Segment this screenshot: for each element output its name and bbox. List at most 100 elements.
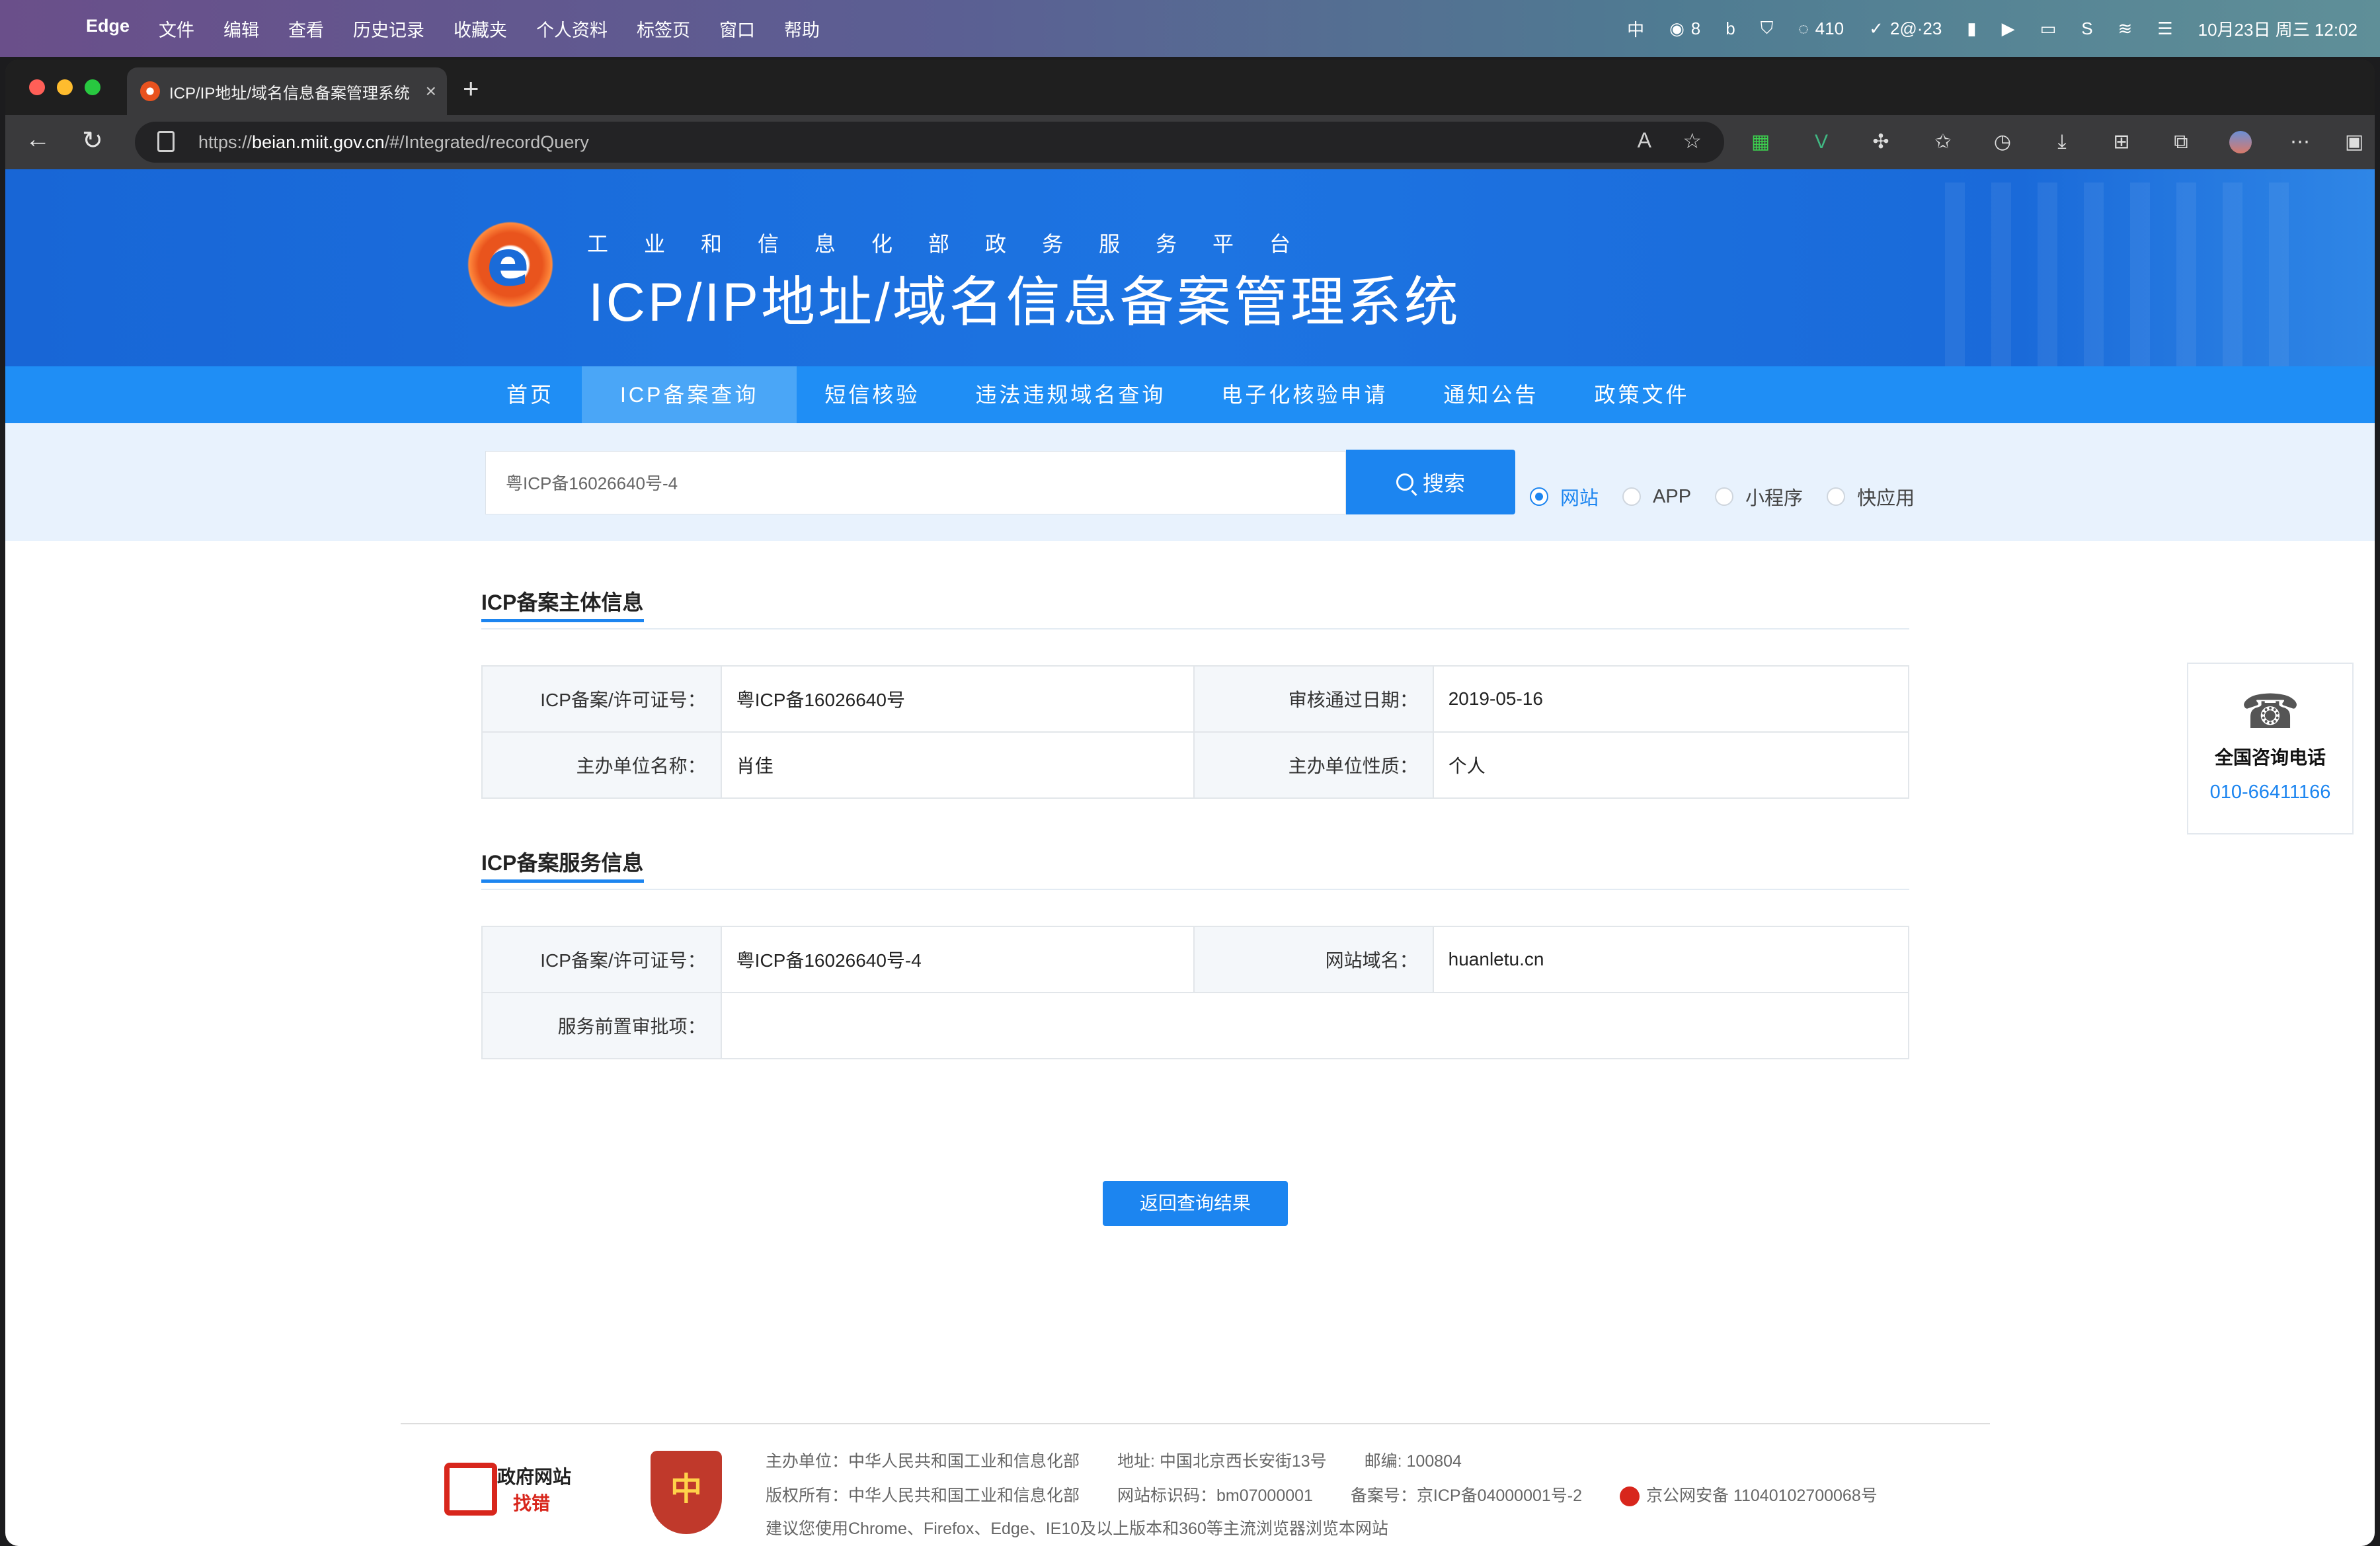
footer-police-record[interactable]: 京公网安备 11040102700068号 (1619, 1486, 1878, 1507)
bilibili-icon[interactable]: b (1726, 19, 1735, 39)
nav-icp-query[interactable]: ICP备案查询 (582, 366, 797, 423)
read-aloud-icon[interactable]: A (1638, 128, 1651, 153)
url-scheme: https:// (198, 132, 253, 152)
vue-devtools-icon[interactable]: V (1810, 131, 1833, 153)
party-organ-badge-icon[interactable] (651, 1451, 722, 1534)
menu-tabs[interactable]: 标签页 (622, 16, 705, 42)
menu-help[interactable]: 帮助 (770, 16, 834, 42)
favorites-icon[interactable]: ✩ (1932, 131, 1954, 153)
menu-app-name[interactable]: Edge (71, 16, 144, 42)
history-icon[interactable]: ◷ (1991, 131, 2014, 153)
close-window-button[interactable] (29, 79, 45, 95)
nav-notices[interactable]: 通知公告 (1415, 366, 1566, 423)
chat-count: 410 (1815, 18, 1844, 38)
more-menu-icon[interactable]: ⋯ (2289, 131, 2311, 153)
radio-quick-app-label: 快应用 (1857, 488, 1915, 509)
footer-sponsor: 主办单位：中华人民共和国工业和信息化部 (766, 1452, 1080, 1471)
menu-window[interactable]: 窗口 (705, 16, 770, 42)
extension-grid-icon[interactable]: ▦ (1749, 131, 1772, 153)
nav-sms-verify[interactable]: 短信核验 (797, 366, 947, 423)
menu-view[interactable]: 查看 (274, 16, 338, 42)
radio-app[interactable]: APP (1622, 483, 1691, 510)
table-row: 主办单位名称： 肖佳 主办单位性质： 个人 (481, 731, 1910, 799)
platform-subtitle: 工业和信息化部政务服务平台 (587, 232, 1327, 256)
wifi-icon[interactable]: ≋ (2118, 19, 2133, 39)
app-s-icon[interactable]: S (2081, 19, 2092, 39)
gov-badge-line2: 找错 (513, 1493, 551, 1514)
wechat-icon: ◉ (1669, 18, 1685, 38)
section-divider (481, 628, 1909, 630)
favorite-star-icon[interactable]: ☆ (1683, 128, 1702, 153)
service-section-title: ICP备案服务信息 (481, 846, 644, 883)
radio-app-label: APP (1653, 485, 1692, 507)
radio-website-label: 网站 (1560, 488, 1599, 509)
new-tab-icon[interactable]: + (463, 73, 479, 104)
wechat-count: 8 (1690, 18, 1701, 38)
macos-menubar: Edge 文件 编辑 查看 历史记录 收藏夹 个人资料 标签页 窗口 帮助 中 … (0, 0, 2380, 57)
play-icon[interactable]: ▶ (2002, 19, 2015, 39)
radio-mini-program[interactable]: 小程序 (1715, 483, 1803, 510)
gov-site-error-report-badge[interactable]: 政府网站 找错 (444, 1457, 583, 1524)
nav-illegal-domain[interactable]: 违法违规域名查询 (947, 366, 1193, 423)
menubar-clock[interactable]: 10月23日 周三 12:02 (2198, 17, 2358, 41)
search-button[interactable]: 搜索 (1346, 450, 1515, 514)
radio-quick-app[interactable]: 快应用 (1827, 483, 1915, 510)
input-method-icon[interactable]: 中 (1627, 17, 1644, 41)
menu-file[interactable]: 文件 (144, 16, 209, 42)
chat-status[interactable]: ◌ 410 (1798, 19, 1844, 39)
browser-window: ICP/IP地址/域名信息备案管理系统 × + ← ↻ https://beia… (5, 60, 2375, 1546)
address-bar[interactable]: https://beian.miit.gov.cn/#/Integrated/r… (135, 122, 1724, 163)
radio-website[interactable]: 网站 (1530, 483, 1599, 510)
zoom-window-button[interactable] (85, 79, 100, 95)
collections-icon[interactable]: ⊞ (2110, 131, 2133, 153)
shield-icon[interactable]: ⛉ (1761, 18, 1774, 39)
back-to-results-button[interactable]: 返回查询结果 (1103, 1181, 1288, 1226)
wechat-status[interactable]: ◉ 8 (1669, 19, 1700, 39)
nav-policies[interactable]: 政策文件 (1566, 366, 1717, 423)
footer-divider (401, 1423, 1990, 1424)
pre-approval-label: 服务前置审批项： (481, 992, 722, 1059)
lock-icon[interactable] (157, 131, 175, 152)
browser-toolbar: ← ↻ https://beian.miit.gov.cn/#/Integrat… (5, 115, 2375, 169)
menu-edit[interactable]: 编辑 (209, 16, 274, 42)
chat-icon: ◌ (1798, 18, 1809, 38)
reload-icon[interactable]: ↻ (82, 126, 103, 155)
battery-icon[interactable]: ▭ (2040, 19, 2057, 39)
browser-tab-active[interactable]: ICP/IP地址/域名信息备案管理系统 × (127, 67, 447, 115)
bookmark-icon[interactable]: ▮ (1967, 19, 1976, 39)
screenshot-icon[interactable]: ⧉ (2170, 131, 2192, 153)
nav-e-verify[interactable]: 电子化核验申请 (1193, 366, 1415, 423)
profile-avatar[interactable] (2229, 131, 2252, 153)
minimize-window-button[interactable] (57, 79, 73, 95)
radio-mini-program-label: 小程序 (1745, 488, 1804, 509)
table-row: ICP备案/许可证号： 粤ICP备16026640号-4 网站域名： huanl… (481, 926, 1910, 993)
consult-hotline-card[interactable]: ☎ 全国咨询电话 010-66411166 (2187, 663, 2354, 834)
approval-date-value: 2019-05-16 (1432, 665, 1910, 733)
sponsor-name-label: 主办单位名称： (481, 731, 722, 799)
menu-profile[interactable]: 个人资料 (522, 16, 622, 42)
url-path: /#/Integrated/recordQuery (384, 132, 589, 152)
footer-icp-link[interactable]: 备案号：京ICP备04000001号-2 (1351, 1486, 1582, 1505)
domain-value: huanletu.cn (1432, 926, 1910, 993)
close-tab-icon[interactable]: × (426, 81, 436, 102)
table-row: 服务前置审批项： (481, 992, 1910, 1059)
search-input[interactable]: 粤ICP备16026640号-4 (485, 451, 1346, 514)
footer-police-text: 京公网安备 11040102700068号 (1646, 1486, 1878, 1505)
section-underline (481, 619, 644, 622)
footer-row-1: 主办单位：中华人民共和国工业和信息化部 地址: 中国北京西长安街13号 邮编: … (766, 1448, 1462, 1472)
service-info-table: ICP备案/许可证号： 粤ICP备16026640号-4 网站域名： huanl… (481, 926, 1910, 1059)
footer-copyright: 版权所有：中华人民共和国工业和信息化部 (766, 1486, 1080, 1505)
control-center-icon[interactable]: ☰ (2157, 19, 2172, 39)
back-arrow-icon[interactable]: ← (25, 126, 50, 154)
pre-approval-value (720, 992, 1910, 1059)
extensions-icon[interactable]: ✣ (1870, 131, 1892, 153)
task-label: 2@·23 (1889, 18, 1942, 38)
license-number-value: 粤ICP备16026640号 (720, 665, 1195, 733)
section-underline (481, 879, 644, 883)
nav-home[interactable]: 首页 (479, 366, 582, 423)
menu-favorites[interactable]: 收藏夹 (439, 16, 522, 42)
downloads-icon[interactable]: ⤓ (2051, 131, 2073, 153)
menu-history[interactable]: 历史记录 (338, 16, 439, 42)
sidebar-toggle-icon[interactable]: ▣ (2343, 131, 2365, 153)
task-status[interactable]: ✓ 2@·23 (1869, 19, 1942, 39)
